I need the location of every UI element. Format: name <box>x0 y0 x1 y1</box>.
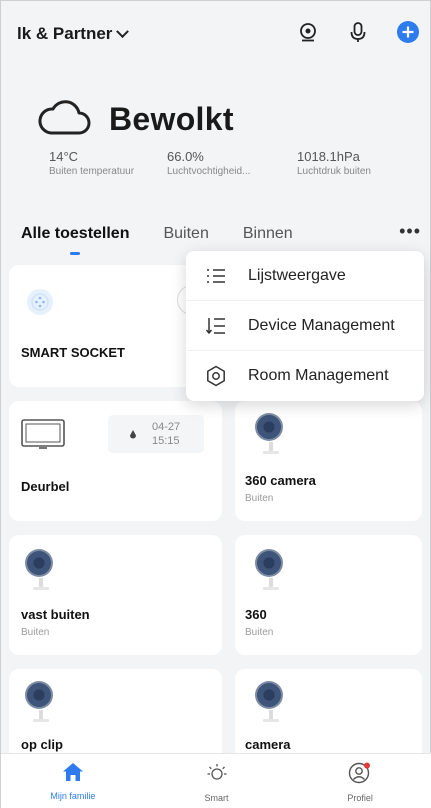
weather-summary: Bewolkt <box>37 97 234 142</box>
stat-label: Luchtdruk buiten <box>297 166 371 177</box>
more-dropdown-menu: Lijstweergave Device Management Room Man… <box>186 251 424 401</box>
device-room: Buiten <box>245 493 274 504</box>
camera-device-icon <box>255 681 287 723</box>
gear-icon <box>204 364 228 388</box>
sun-icon <box>206 762 228 789</box>
camera-device-icon <box>255 549 287 591</box>
cloud-icon <box>37 97 91 142</box>
home-name: lk & Partner <box>17 24 113 43</box>
sort-list-icon <box>204 314 228 338</box>
droplet-icon <box>130 426 136 444</box>
camera-device-icon <box>25 549 57 591</box>
nav-label: Mijn familie <box>50 791 96 801</box>
weather-stats: 14°C Buiten temperatuur 66.0% Luchtvocht… <box>49 149 419 177</box>
device-card-deurbel[interactable]: 04-27 15:15 Deurbel <box>9 401 222 521</box>
nav-label: Smart <box>204 793 229 803</box>
nav-smart[interactable]: Smart <box>145 754 289 808</box>
chevron-down-icon <box>116 24 130 38</box>
camera-device-icon <box>25 681 57 723</box>
device-card-vast-buiten[interactable]: vast buiten Buiten <box>9 535 222 655</box>
doorbell-display-icon <box>21 419 65 454</box>
menu-item-label: Room Management <box>248 367 389 384</box>
menu-item-device-management[interactable]: Device Management <box>186 301 424 351</box>
device-name: vast buiten <box>21 607 90 622</box>
nav-mijn-familie[interactable]: Mijn familie <box>1 754 145 808</box>
stat-temperature: 14°C Buiten temperatuur <box>49 149 167 177</box>
device-name: 360 camera <box>245 473 316 488</box>
device-card-360[interactable]: 360 Buiten <box>235 535 422 655</box>
menu-item-label: Lijstweergave <box>248 266 346 284</box>
stat-pressure: 1018.1hPa Luchtdruk buiten <box>297 149 371 177</box>
bottom-navigation: Mijn familie Smart Profiel <box>1 753 431 808</box>
device-name: camera <box>245 737 291 752</box>
device-name: 360 <box>245 607 267 622</box>
menu-item-label: Device Management <box>248 316 395 334</box>
add-icon[interactable] <box>396 20 420 44</box>
stat-value: 1018.1hPa <box>297 149 360 164</box>
camera-icon[interactable] <box>296 20 320 44</box>
menu-item-lijstweergave[interactable]: Lijstweergave <box>186 251 424 301</box>
device-card-camera[interactable]: camera <box>235 669 422 761</box>
weather-condition: Bewolkt <box>109 101 234 137</box>
stat-value: 66.0% <box>167 149 204 164</box>
list-icon <box>204 264 228 288</box>
home-icon <box>62 762 84 787</box>
home-selector[interactable]: lk & Partner <box>17 24 130 44</box>
device-name: Deurbel <box>21 479 70 494</box>
device-room: Buiten <box>21 627 50 638</box>
badge-time: 15:15 <box>152 435 180 447</box>
camera-device-icon <box>255 413 287 455</box>
device-name: op clip <box>21 737 63 752</box>
device-room: Buiten <box>245 627 274 638</box>
app-frame: lk & Partner Bewolkt 14°C Buiten tempera… <box>0 0 431 808</box>
device-card-op-clip[interactable]: op clip <box>9 669 222 761</box>
badge-date: 04-27 <box>152 421 181 433</box>
tab-binnen[interactable]: Binnen <box>243 225 293 243</box>
microphone-icon[interactable] <box>346 20 370 44</box>
stat-label: Buiten temperatuur <box>49 166 135 177</box>
menu-item-room-management[interactable]: Room Management <box>186 351 424 401</box>
more-menu-button[interactable]: ••• <box>399 221 421 242</box>
stat-humidity: 66.0% Luchtvochtigheid... <box>167 149 297 177</box>
device-card-360-camera[interactable]: 360 camera Buiten <box>235 401 422 521</box>
nav-label: Profiel <box>347 793 373 803</box>
smart-socket-icon <box>25 287 55 322</box>
device-name: SMART SOCKET <box>21 345 125 360</box>
top-bar: lk & Partner <box>1 1 431 67</box>
stat-value: 14°C <box>49 149 79 164</box>
profile-icon <box>348 762 372 789</box>
stat-label: Luchtvochtigheid... <box>167 166 251 177</box>
nav-profiel[interactable]: Profiel <box>288 754 431 808</box>
tab-buiten[interactable]: Buiten <box>163 225 208 243</box>
last-event-badge: 04-27 15:15 <box>108 415 204 453</box>
tab-alle-toestellen[interactable]: Alle toestellen <box>21 225 129 255</box>
room-tabs: Alle toestellen Buiten Binnen ••• <box>21 219 421 255</box>
